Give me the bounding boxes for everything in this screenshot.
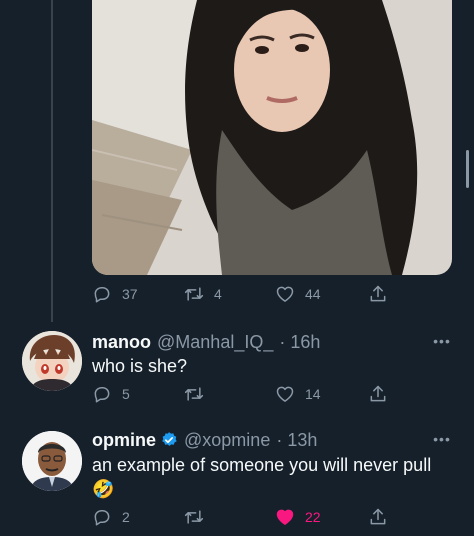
reply-header: opmine @xopmine · 13h	[92, 429, 317, 451]
timestamp[interactable]: · 16h	[279, 332, 320, 353]
share-icon	[370, 385, 386, 402]
retweet-count: 4	[214, 286, 222, 302]
share-icon	[370, 508, 386, 525]
user-handle[interactable]: @Manhal_IQ_	[157, 332, 273, 353]
reply-text: an example of someone you will never pul…	[92, 453, 452, 501]
more-icon: •••	[433, 333, 451, 349]
reply-text: who is she?	[92, 356, 188, 376]
verified-badge-icon	[162, 432, 177, 446]
retweet-icon	[184, 510, 204, 524]
like-button[interactable]: 14	[275, 382, 321, 406]
reply-count: 2	[122, 509, 130, 525]
user-handle[interactable]: @xopmine	[184, 430, 270, 451]
display-name[interactable]: opmine	[92, 430, 156, 451]
timestamp[interactable]: · 13h	[276, 430, 317, 451]
reply-count: 37	[122, 286, 138, 302]
more-icon: •••	[433, 431, 451, 447]
reply-icon	[94, 387, 110, 403]
retweet-icon	[184, 287, 204, 301]
thread-connector-line	[51, 0, 53, 322]
reply-text-content: an example of someone you will never pul…	[92, 455, 432, 475]
retweet-button[interactable]	[184, 382, 204, 406]
heart-icon	[276, 286, 294, 302]
share-button[interactable]	[368, 505, 388, 529]
like-button[interactable]: 44	[275, 282, 321, 306]
avatar[interactable]	[22, 331, 82, 391]
tweet-action-bar: 37 4 44	[92, 282, 392, 306]
retweet-button[interactable]	[184, 505, 204, 529]
reply-button[interactable]: 5	[92, 382, 130, 406]
reply-header: manoo @Manhal_IQ_ · 16h	[92, 331, 320, 353]
heart-icon	[276, 509, 294, 525]
like-count: 22	[305, 509, 321, 525]
display-name[interactable]: manoo	[92, 332, 151, 353]
laughing-emoji: 🤣	[92, 479, 115, 499]
scrollbar[interactable]	[466, 150, 469, 188]
reply-count: 5	[122, 386, 130, 402]
avatar[interactable]	[22, 431, 82, 491]
like-count: 14	[305, 386, 321, 402]
reply-button[interactable]: 2	[92, 505, 130, 529]
like-button[interactable]: 22	[275, 505, 321, 529]
reply-button[interactable]: 37	[92, 282, 138, 306]
more-options-button[interactable]: •••	[432, 429, 452, 449]
share-button[interactable]	[368, 282, 388, 306]
share-button[interactable]	[368, 382, 388, 406]
retweet-icon	[184, 387, 204, 401]
reply-action-bar: 5 14	[92, 382, 392, 406]
more-options-button[interactable]: •••	[432, 331, 452, 351]
reply-action-bar: 2 22	[92, 505, 392, 529]
tweet-photo[interactable]	[92, 0, 452, 275]
share-icon	[370, 285, 386, 302]
retweet-button[interactable]: 4	[184, 282, 222, 306]
heart-icon	[276, 386, 294, 402]
reply-icon	[94, 287, 110, 303]
reply-icon	[94, 510, 110, 526]
like-count: 44	[305, 286, 321, 302]
